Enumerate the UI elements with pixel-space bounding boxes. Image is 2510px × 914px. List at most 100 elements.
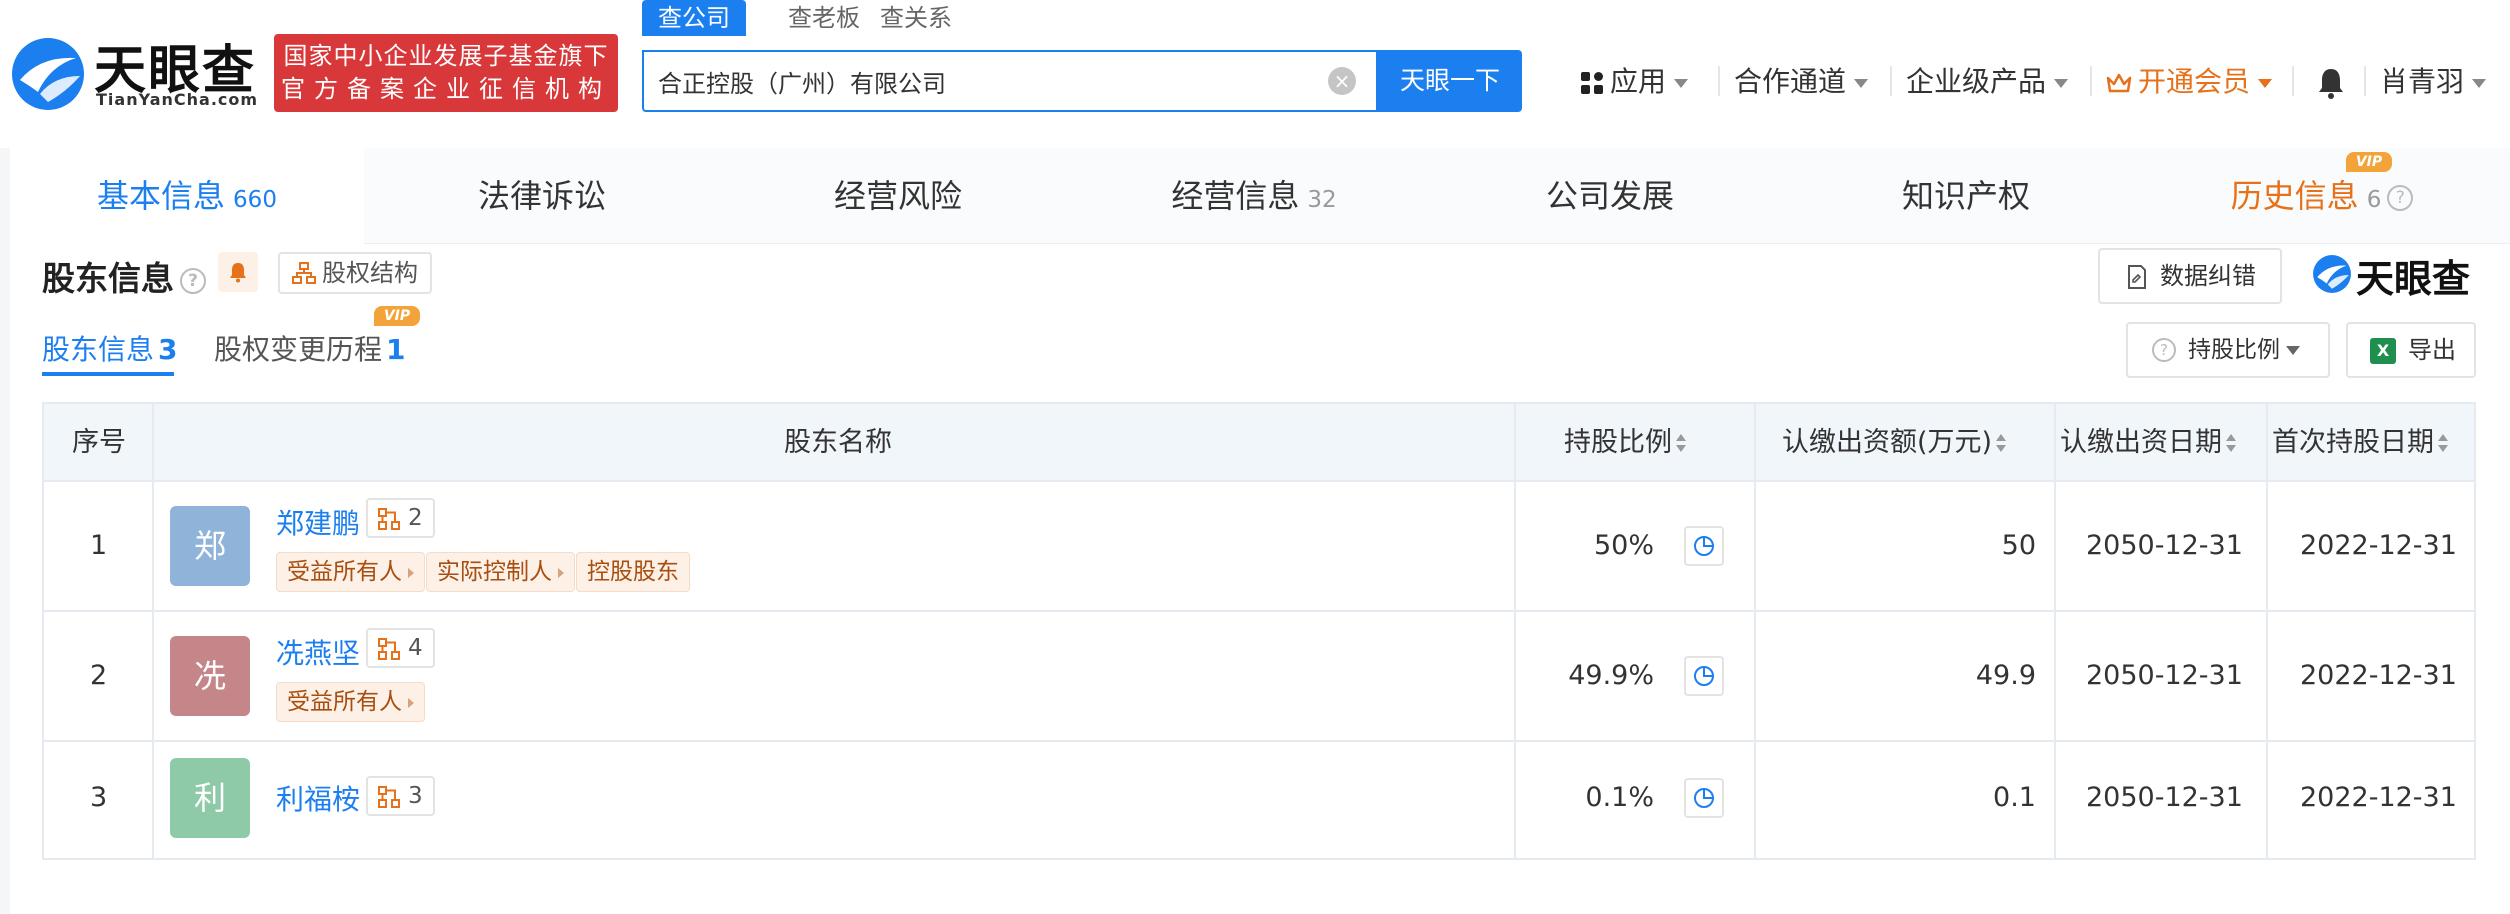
relation-graph-button[interactable]: 4 [366, 628, 435, 668]
subtab-equity-history[interactable]: 股权变更历程 1 [214, 328, 406, 368]
nav-divider [2292, 66, 2294, 96]
equity-structure-button[interactable]: 股权结构 [278, 252, 432, 294]
search-tab-company[interactable]: 查公司 [642, 0, 746, 36]
nav-divider [2364, 66, 2366, 96]
header-ratio-sort[interactable]: 持股比例 [1564, 404, 1686, 482]
shareholder-table: 序号 股东名称 持股比例 认缴出资额(万元) 认缴出资日期 首次持股日期 1 郑… [42, 402, 2476, 860]
subtab-shareholders[interactable]: 股东信息 3 [42, 328, 178, 368]
bell-icon[interactable] [2316, 66, 2346, 100]
search-tab-relation[interactable]: 查关系 [880, 0, 952, 36]
sort-icon [2226, 433, 2236, 455]
crown-icon [2106, 73, 2132, 93]
nav-enterprise[interactable]: 企业级产品 [1906, 60, 2069, 104]
shareholder-name-link[interactable]: 冼燕坚 [276, 632, 360, 672]
export-label: 导出 [2408, 336, 2456, 364]
tab-history[interactable]: 历史信息 6? [2144, 148, 2500, 244]
table-row: 2 冼 冼燕坚 4 受益所有人 49.9% 49.9 2050-12-31 20… [44, 612, 2474, 742]
tianyancha-logo[interactable]: 天眼查 TianYanCha.com [10, 34, 260, 118]
brand-logo: 天眼查 [2312, 252, 2490, 302]
relation-graph-icon [378, 786, 400, 808]
nav-vip-label: 开通会员 [2138, 65, 2251, 98]
bell-icon [230, 263, 246, 283]
logo-eye-icon [2313, 255, 2351, 293]
relation-graph-button[interactable]: 2 [366, 498, 435, 538]
pie-chart-button[interactable] [1684, 656, 1724, 696]
tab-ip[interactable]: 知识产权 [1788, 148, 2144, 244]
nav-apps[interactable]: 应用 [1580, 60, 1689, 104]
relation-count: 2 [408, 505, 423, 531]
pie-chart-button[interactable] [1684, 526, 1724, 566]
subscribed-amount: 50 [2001, 530, 2036, 561]
tag-label: 实际控制人 [437, 559, 552, 585]
export-button[interactable]: X 导出 [2346, 322, 2476, 378]
search-button[interactable]: 天眼一下 [1378, 50, 1522, 112]
company-tab-nav: 基本信息 660 法律诉讼 经营风险 经营信息 32 公司发展 知识产权 历史信息 6… [10, 148, 2510, 244]
ratio-filter-dropdown[interactable]: ? 持股比例 [2126, 322, 2330, 378]
help-icon[interactable]: ? [180, 267, 206, 294]
shareholder-section: 股东信息? 股权结构 数据纠错 天眼查 股东信息 3 股权变更历程 1 VIP … [10, 244, 2510, 914]
official-badge: 国家中小企业发展子基金旗下 官方备案企业征信机构 [274, 34, 618, 112]
search-input[interactable] [658, 62, 1298, 100]
tag-beneficial-owner[interactable]: 受益所有人 [276, 552, 425, 592]
shareholder-name-link[interactable]: 利福桉 [276, 778, 360, 818]
nav-user[interactable]: 肖青羽 [2380, 60, 2487, 104]
org-chart-icon [292, 262, 316, 284]
pie-chart-icon [1694, 666, 1714, 686]
data-correction-button[interactable]: 数据纠错 [2098, 248, 2282, 304]
section-title-text: 股东信息 [42, 259, 174, 298]
tag-actual-controller[interactable]: 实际控制人 [426, 552, 575, 592]
tag-label: 受益所有人 [287, 689, 402, 715]
tab-label: 基本信息 [97, 177, 226, 215]
header-date: 认缴出资日期 [2060, 427, 2222, 458]
tab-label: 经营信息 [1171, 177, 1300, 215]
nav-divider [1890, 66, 1892, 96]
excel-icon: X [2370, 338, 2396, 364]
caret-right-icon [558, 567, 564, 578]
relation-graph-button[interactable]: 3 [366, 776, 435, 816]
header-first-date-sort[interactable]: 首次持股日期 [2272, 404, 2448, 482]
header-ratio: 持股比例 [1564, 427, 1672, 458]
tab-label: 公司发展 [1545, 177, 1674, 215]
tag-controlling-shareholder[interactable]: 控股股东 [576, 552, 690, 592]
tab-label: 经营风险 [833, 177, 962, 215]
search-tab-boss[interactable]: 查老板 [788, 0, 860, 36]
tab-risk[interactable]: 经营风险 [720, 148, 1076, 244]
header-amount-sort[interactable]: 认缴出资额(万元) [1782, 404, 2007, 482]
tab-legal[interactable]: 法律诉讼 [364, 148, 720, 244]
monitor-bell-button[interactable] [218, 252, 258, 292]
share-ratio: 0.1% [1585, 782, 1654, 813]
tab-label: 历史信息 [2230, 177, 2359, 215]
tab-count: 32 [1307, 187, 1337, 213]
subtab-count: 3 [158, 333, 178, 366]
subscribed-date: 2050-12-31 [2086, 782, 2243, 813]
chevron-down-icon [2054, 78, 2069, 88]
pie-chart-icon [1694, 536, 1714, 556]
chevron-down-icon [1674, 78, 1689, 88]
grid-icon [1581, 72, 1603, 94]
first-holding-date: 2022-12-31 [2300, 530, 2457, 561]
nav-partner[interactable]: 合作通道 [1734, 60, 1869, 104]
avatar: 利 [170, 758, 250, 838]
avatar: 郑 [170, 506, 250, 586]
tag-beneficial-owner[interactable]: 受益所有人 [276, 682, 425, 722]
ratio-filter-label: 持股比例 [2188, 337, 2280, 363]
help-icon[interactable]: ? [2387, 185, 2414, 211]
first-holding-date: 2022-12-31 [2300, 660, 2457, 691]
chevron-down-icon [2258, 78, 2273, 88]
tab-operation[interactable]: 经营信息 32 [1076, 148, 1432, 244]
pie-chart-button[interactable] [1684, 778, 1724, 818]
tab-development[interactable]: 公司发展 [1432, 148, 1788, 244]
clear-icon[interactable]: × [1328, 67, 1356, 95]
tag-label: 受益所有人 [287, 559, 402, 585]
equity-structure-label: 股权结构 [322, 259, 418, 287]
header-date-sort[interactable]: 认缴出资日期 [2060, 404, 2236, 482]
subscribed-amount: 49.9 [1975, 660, 2036, 691]
caret-right-icon [408, 697, 414, 708]
nav-partner-label: 合作通道 [1734, 65, 1847, 98]
tab-basic-info[interactable]: 基本信息 660 [10, 148, 364, 244]
nav-vip[interactable]: 开通会员 [2106, 60, 2273, 104]
tab-count: 6 [2366, 187, 2382, 213]
shareholder-name-link[interactable]: 郑建鹏 [276, 502, 360, 542]
chevron-down-icon [2286, 346, 2300, 355]
badge-line1: 国家中小企业发展子基金旗下 [283, 42, 609, 70]
